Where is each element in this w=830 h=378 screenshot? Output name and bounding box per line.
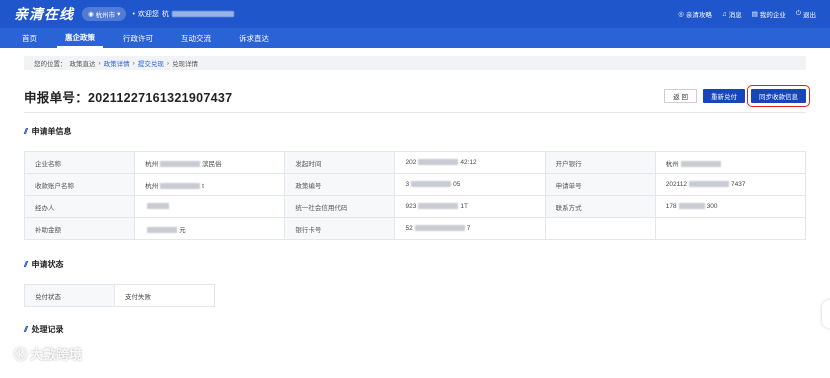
- section-marker-icon: //: [24, 259, 28, 269]
- value-application-no: 202112 7437: [654, 173, 807, 196]
- section-title-process-record: 处理记录: [31, 324, 64, 334]
- label-subsidy-amount: 补助金额: [23, 217, 136, 240]
- city-selector[interactable]: ◉ 杭州市 ▾: [82, 7, 127, 21]
- side-float-button[interactable]: [822, 300, 830, 328]
- back-button[interactable]: 返 回: [664, 89, 697, 103]
- table-row: 收款账户名称 杭州 t 政策编号 3 05 申请单号 202112 7437: [23, 173, 807, 196]
- value-policy-no: 3 05: [394, 173, 546, 196]
- label-credit-code: 统一社会信用代码: [284, 195, 396, 218]
- table-row: 补助金额 元 银行卡号 52 7: [23, 217, 807, 240]
- value-account-name: 杭州 t: [134, 173, 286, 196]
- apply-info-table: 企业名称 杭州 滨民俗 发起时间 202 42:12 开户银行 杭州 收款账户名称 …: [23, 151, 807, 240]
- label-company-name: 企业名称: [23, 151, 136, 174]
- logout-link[interactable]: ⏻ 退出: [796, 9, 816, 19]
- divider: [24, 112, 806, 113]
- value-payment-status: 支付失败: [114, 284, 215, 307]
- action-buttons: 返 回 重新兑付 同步收款信息: [664, 85, 810, 107]
- message-link[interactable]: ♫ 消息: [721, 9, 742, 20]
- section-marker-icon: //: [24, 324, 28, 334]
- label-contact: 联系方式: [544, 195, 656, 218]
- value-subsidy-amount: 元: [134, 217, 286, 240]
- nav-item-appeals[interactable]: 诉求直达: [231, 28, 277, 48]
- nav-item-policy[interactable]: 惠企政策: [57, 28, 103, 48]
- welcome-text: • 欢迎您 杭: [132, 9, 234, 19]
- top-header: 亲清在线 ◉ 杭州市 ▾ • 欢迎您 杭 ◎ 亲清攻略 ♫ 消息 ▤ 我的企业 ⏻ 退出: [0, 0, 830, 28]
- section-apply-info: // 申请单信息: [24, 125, 806, 137]
- bell-icon: ♫: [721, 10, 727, 18]
- value-card-no: 52 7: [394, 217, 546, 240]
- value-handler: [134, 195, 286, 218]
- welcome-label: 欢迎您: [137, 11, 159, 18]
- section-marker-icon: //: [24, 126, 28, 136]
- breadcrumb-item-submit[interactable]: 提交兑现: [138, 58, 164, 68]
- compass-icon: ◎: [678, 11, 684, 18]
- label-card-no: 银行卡号: [284, 217, 396, 240]
- value-company-name: 杭州 滨民俗: [134, 151, 286, 174]
- apply-status-table: 兑付状态 支付失败: [24, 284, 215, 307]
- value-credit-code: 923 1T: [394, 195, 546, 218]
- label-policy-no: 政策编号: [284, 173, 396, 196]
- main-nav: 首页 惠企政策 行政许可 互动交流 诉求直达: [0, 28, 830, 48]
- building-icon: ▤: [751, 11, 758, 18]
- location-icon: ◉: [88, 11, 94, 18]
- power-icon: ⏻: [795, 10, 801, 17]
- sync-payment-info-button[interactable]: 同步收款信息: [747, 85, 810, 107]
- my-company-link[interactable]: ▤ 我的企业: [752, 9, 786, 19]
- page-title: 申报单号：20211227161321907437: [24, 90, 233, 105]
- breadcrumb-item-policy-detail[interactable]: 政策详情: [104, 58, 130, 68]
- breadcrumb-item-current: 兑现详情: [172, 61, 199, 68]
- nav-item-interaction[interactable]: 互动交流: [173, 28, 219, 48]
- header-links: ◎ 亲清攻略 ♫ 消息 ▤ 我的企业 ⏻ 退出: [678, 9, 816, 19]
- label-submit-time: 发起时间: [284, 151, 396, 174]
- value-submit-time: 202 42:12: [394, 151, 546, 174]
- label-handler: 经办人: [23, 195, 136, 218]
- breadcrumb-item-policy-direct[interactable]: 政策直达: [70, 58, 96, 68]
- masked-username: [171, 11, 234, 17]
- city-label: 杭州市: [95, 12, 116, 19]
- section-process-record: // 处理记录: [24, 323, 806, 335]
- breadcrumb: 您的位置： 政策直达 › 政策详情 › 提交兑现 › 兑现详情: [24, 56, 806, 70]
- title-row: 申报单号：20211227161321907437 返 回 重新兑付 同步收款信…: [24, 84, 810, 108]
- table-row: 经办人 统一社会信用代码 923 1T 联系方式 178 300: [23, 195, 807, 218]
- empty-cell: [544, 217, 656, 240]
- resubmit-button[interactable]: 重新兑付: [703, 89, 745, 103]
- label-application-no: 申请单号: [544, 173, 656, 196]
- label-bank: 开户银行: [544, 151, 656, 174]
- nav-item-home[interactable]: 首页: [14, 28, 45, 48]
- value-contact: 178 300: [654, 195, 807, 218]
- welcome-name: 杭: [161, 11, 169, 18]
- watermark: ⓚ 大數跨境: [14, 344, 82, 363]
- help-link[interactable]: ◎ 亲清攻略: [678, 9, 712, 19]
- section-title-apply-status: 申请状态: [31, 259, 64, 269]
- empty-cell: [654, 217, 807, 240]
- site-logo[interactable]: 亲清在线: [14, 4, 74, 24]
- value-bank: 杭州: [654, 151, 807, 174]
- label-payment-status: 兑付状态: [24, 284, 115, 307]
- label-account-name: 收款账户名称: [23, 173, 136, 196]
- chevron-down-icon: ▾: [117, 11, 121, 18]
- table-row: 企业名称 杭州 滨民俗 发起时间 202 42:12 开户银行 杭州: [23, 151, 807, 174]
- section-title-apply-info: 申请单信息: [31, 126, 72, 136]
- breadcrumb-prefix: 您的位置：: [34, 61, 67, 68]
- watermark-logo-icon: ⓚ: [14, 347, 28, 362]
- table-row: 兑付状态 支付失败: [24, 284, 215, 307]
- section-apply-status: // 申请状态: [24, 258, 806, 270]
- nav-item-permits[interactable]: 行政许可: [115, 28, 161, 48]
